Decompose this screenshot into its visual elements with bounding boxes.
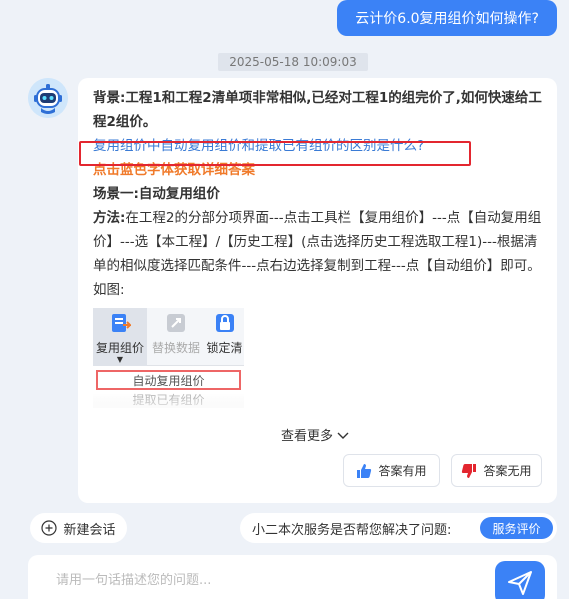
toolbar-row: 复用组价 ▼ 替换数据 锁定清 [93,308,244,366]
toolbar-screenshot: 复用组价 ▼ 替换数据 锁定清 自动复用组价 提取已有组 [93,308,244,416]
bot-avatar [28,78,68,118]
method-paragraph: 方法:在工程2的分部分项界面---点击工具栏【复用组价】---点【自动复用组价】… [93,206,543,302]
survey-question: 小二本次服务是否帮您解决了问题: [252,522,452,538]
thumbs-up-icon [357,463,372,478]
service-survey: 小二本次服务是否帮您解决了问题: 服务评价 [240,513,557,543]
useful-label: 答案有用 [378,464,427,478]
message-input[interactable] [56,573,476,588]
new-chat-button[interactable]: 新建会话 [30,513,127,543]
answer-card: 背景:工程1和工程2清单项非常相似,已经对工程1的组完价了,如何快速给工程2组价… [78,78,557,503]
reuse-pricing-icon [112,314,131,332]
dropdown-arrow-icon: ▼ [116,355,124,364]
highlight-box [79,141,471,166]
see-more-label: 查看更多 [281,429,334,444]
useless-button[interactable]: 答案无用 [451,454,542,487]
send-icon [508,571,532,595]
useless-label: 答案无用 [483,464,532,478]
answer-content: 背景:工程1和工程2清单项非常相似,已经对工程1的组完价了,如何快速给工程2组价… [79,86,543,302]
user-message-bubble: 云计价6.0复用组价如何操作? [337,0,557,36]
useful-button[interactable]: 答案有用 [343,454,440,487]
service-rating-button[interactable]: 服务评价 [480,517,553,539]
send-button[interactable] [495,561,545,599]
plus-circle-icon [41,520,58,536]
scene-title: 场景一:自动复用组价 [93,186,220,202]
replace-data-icon [167,314,185,332]
method-label: 方法: [93,210,126,226]
robot-icon [28,78,68,118]
background-text: 工程1和工程2清单项非常相似,已经对工程1的组完价了,如何快速给工程2组价。 [93,90,542,130]
thumbs-down-icon [462,463,477,478]
replace-data-label: 替换数据 [151,341,200,355]
lock-icon [215,314,234,332]
lock-list-button: 锁定清 [205,308,244,366]
see-more-link[interactable]: 查看更多 [281,425,349,444]
image-fade [93,398,244,416]
new-chat-label: 新建会话 [63,522,116,538]
menu-auto-reuse: 自动复用组价 [96,370,241,390]
method-text: 在工程2的分部分项界面---点击工具栏【复用组价】---点【自动复用组价】---… [93,210,542,298]
background-label: 背景: [93,90,126,106]
background-paragraph: 背景:工程1和工程2清单项非常相似,已经对工程1的组完价了,如何快速给工程2组价… [93,86,543,134]
message-input-box [28,555,557,599]
lock-list-label: 锁定清 [206,341,243,355]
replace-data-button: 替换数据 [149,308,203,366]
chevron-down-icon [337,432,349,439]
reuse-pricing-label: 复用组价 [95,341,144,355]
message-timestamp: 2025-05-18 10:09:03 [218,53,368,71]
reuse-pricing-button: 复用组价 ▼ [93,308,147,366]
